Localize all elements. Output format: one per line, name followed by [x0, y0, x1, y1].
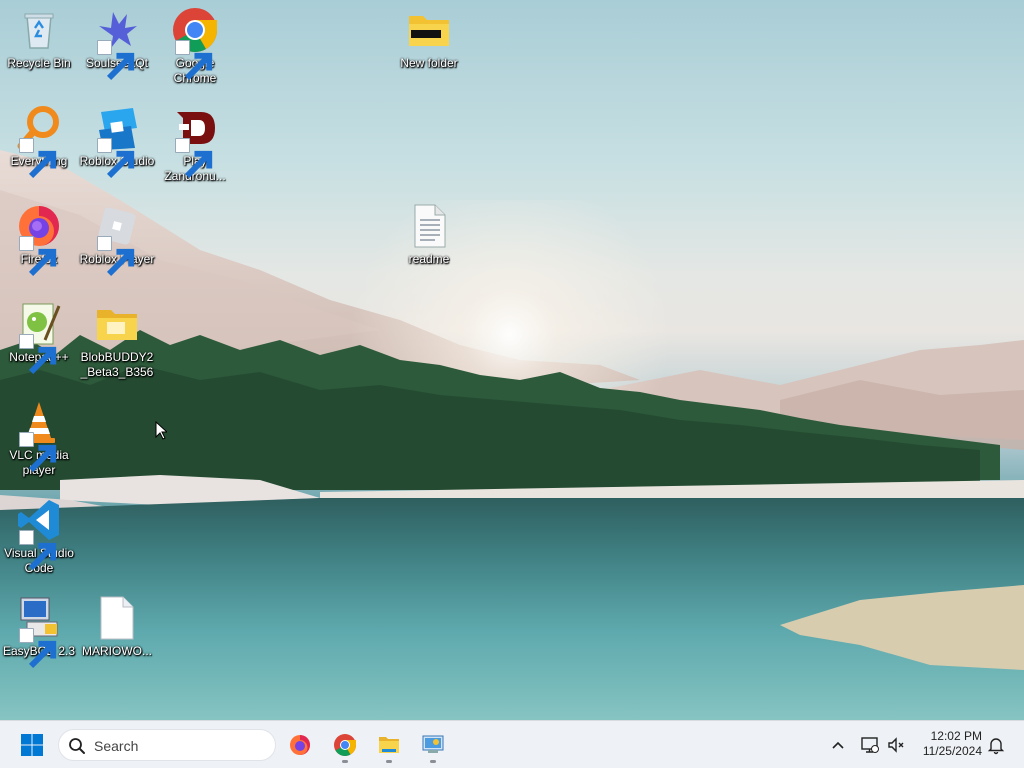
desktop-icon-label: New folder — [400, 56, 458, 70]
firefox-icon — [290, 735, 310, 755]
taskbar: Search 12:02 PM 11/25/2024 — [0, 720, 1024, 768]
desktop-icon-roblox-player[interactable]: Roblox Player — [78, 202, 156, 277]
desktop-icon-everything[interactable]: Everything — [0, 104, 78, 179]
show-hidden-icons-button[interactable] — [828, 735, 848, 755]
running-indicator — [430, 760, 436, 763]
shortcut-arrow-icon — [175, 40, 213, 81]
desktop-icon-label: BlobBUDDY2_Beta3_B356 — [80, 350, 154, 379]
shortcut-arrow-icon — [19, 432, 57, 473]
taskbar-app-chrome[interactable] — [329, 729, 361, 763]
volume-button[interactable] — [886, 735, 906, 755]
taskbar-app-control-panel[interactable] — [417, 729, 449, 763]
notepad-plus-plus-icon — [15, 300, 63, 375]
shortcut-arrow-icon — [97, 138, 135, 179]
shortcut-arrow-icon — [19, 334, 57, 375]
desktop-icon-vscode[interactable]: Visual Studio Code — [0, 496, 78, 576]
shortcut-arrow-icon — [19, 628, 57, 669]
zandronum-icon — [171, 104, 219, 179]
notifications-button[interactable] — [986, 735, 1006, 755]
clock-date: 11/25/2024 — [922, 744, 982, 758]
desktop-icon-google-chrome[interactable]: Google Chrome — [156, 6, 234, 86]
shortcut-arrow-icon — [97, 40, 135, 81]
magnifier-icon — [15, 104, 63, 179]
speaker-muted-icon — [888, 737, 904, 753]
desktop-icon-recycle-bin[interactable]: Recycle Bin — [0, 6, 78, 71]
taskbar-search-box[interactable]: Search — [58, 729, 276, 761]
blank-file-icon — [93, 594, 141, 642]
bell-icon — [987, 738, 1005, 755]
folder-icon — [93, 300, 141, 348]
desktop-icon-mariowo[interactable]: MARIOWO... — [78, 594, 156, 659]
running-indicator — [342, 760, 348, 763]
taskbar-clock[interactable]: 12:02 PM 11/25/2024 — [912, 729, 982, 759]
firefox-icon — [15, 202, 63, 277]
roblox-studio-icon — [93, 104, 141, 179]
desktop-icon-easybcd[interactable]: EasyBCD 2.3 — [0, 594, 78, 669]
control-panel-icon — [422, 735, 444, 753]
roblox-player-icon — [93, 202, 141, 277]
folder-icon — [405, 6, 453, 54]
recycle-bin-icon — [15, 6, 63, 54]
shortcut-arrow-icon — [97, 236, 135, 277]
shortcut-arrow-icon — [19, 138, 57, 179]
taskbar-app-firefox[interactable] — [284, 729, 316, 761]
mouse-pointer-icon — [155, 421, 167, 440]
vlc-cone-icon — [15, 398, 63, 473]
soulseek-bird-icon — [93, 6, 141, 81]
vscode-icon — [15, 496, 63, 571]
shortcut-arrow-icon — [19, 530, 57, 571]
desktop-icon-play-zandronum[interactable]: Play Zandronu... — [156, 104, 234, 184]
desktop-icon-soulseekqt[interactable]: SoulseekQt — [78, 6, 156, 81]
desktop-icon-vlc[interactable]: VLC media player — [0, 398, 78, 478]
start-button[interactable] — [16, 729, 48, 761]
search-placeholder: Search — [94, 738, 139, 754]
chrome-icon — [171, 6, 219, 81]
clock-time: 12:02 PM — [930, 729, 982, 743]
shortcut-arrow-icon — [175, 138, 213, 179]
desktop[interactable]: Recycle Bin SoulseekQt Google Chrome New… — [0, 0, 1024, 720]
desktop-icon-firefox[interactable]: Firefox — [0, 202, 78, 277]
folder-icon — [379, 737, 399, 753]
desktop-icon-new-folder[interactable]: New folder — [390, 6, 468, 71]
network-status-button[interactable] — [860, 735, 880, 755]
desktop-icon-blobbuddy[interactable]: BlobBUDDY2_Beta3_B356 — [78, 300, 156, 380]
network-monitor-icon — [861, 737, 879, 753]
running-indicator — [386, 760, 392, 763]
chrome-icon — [334, 734, 356, 756]
desktop-icon-label: MARIOWO... — [82, 644, 152, 658]
desktop-icon-roblox-studio[interactable]: Roblox Studio — [78, 104, 156, 179]
windows-logo-icon — [21, 734, 43, 756]
search-icon — [69, 738, 85, 754]
desktop-icon-label: readme — [408, 252, 450, 266]
easybcd-computer-icon — [15, 594, 63, 669]
chevron-up-icon — [832, 741, 844, 749]
desktop-icon-label: Recycle Bin — [7, 56, 71, 70]
text-file-icon — [405, 202, 453, 250]
shortcut-arrow-icon — [19, 236, 57, 277]
desktop-icon-readme[interactable]: readme — [390, 202, 468, 267]
taskbar-app-file-explorer[interactable] — [373, 729, 405, 763]
desktop-icon-notepad-plus-plus[interactable]: Notepad++ — [0, 300, 78, 375]
